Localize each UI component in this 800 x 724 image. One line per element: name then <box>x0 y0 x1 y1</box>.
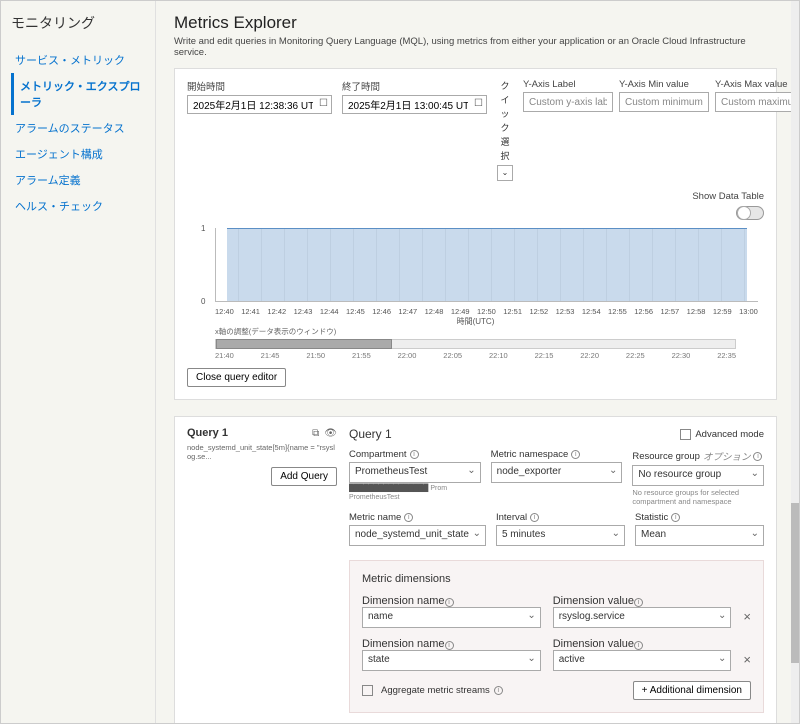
info-icon[interactable]: i <box>634 641 643 650</box>
sidebar-item-health-check[interactable]: ヘルス・チェック <box>11 193 147 219</box>
info-icon[interactable]: i <box>410 450 419 459</box>
eye-icon[interactable]: 👁 <box>324 428 337 439</box>
query-name: Query 1 <box>349 427 680 441</box>
statistic-select[interactable]: Mean <box>635 525 764 546</box>
chart-ytick-1: 1 <box>201 224 205 233</box>
info-icon[interactable]: i <box>671 513 680 522</box>
compartment-crumb: ████████████████ Prom <box>349 485 481 492</box>
start-time-input[interactable] <box>187 95 332 114</box>
add-query-button[interactable]: Add Query <box>271 467 337 486</box>
delete-dimension-icon[interactable]: × <box>743 652 751 671</box>
compartment-select[interactable]: PrometheusTest <box>349 462 481 483</box>
dimensions-header: Metric dimensions <box>362 573 751 585</box>
sidebar-item-service-metrics[interactable]: サービス・メトリック <box>11 47 147 73</box>
scrollbar-thumb[interactable] <box>791 503 799 663</box>
end-time-label: 終了時間 <box>342 79 487 93</box>
delete-dimension-icon[interactable]: × <box>743 609 751 628</box>
compartment-label: Compartmenti <box>349 449 481 460</box>
scrub-thumb[interactable] <box>216 339 392 349</box>
yaxis-label-input[interactable] <box>523 92 613 112</box>
metric-name-label: Metric namei <box>349 512 486 523</box>
dimension-name-label: Dimension namei <box>362 638 541 650</box>
chart-ytick-0: 0 <box>201 297 205 306</box>
main-content: Metrics Explorer Write and edit queries … <box>156 1 791 723</box>
calendar-icon[interactable]: ☐ <box>319 98 328 109</box>
yaxis-label-label: Y-Axis Label <box>523 79 613 90</box>
chart-plot-area[interactable] <box>215 228 758 302</box>
aggregate-checkbox[interactable] <box>362 685 373 696</box>
interval-select[interactable]: 5 minutes <box>496 525 625 546</box>
info-icon[interactable]: i <box>530 513 539 522</box>
calendar-icon[interactable]: ☐ <box>474 98 483 109</box>
query-editor-panel: Query 1 ⧉ 👁 node_systemd_unit_state[5m]{… <box>174 416 777 723</box>
advanced-mode-label: Advanced mode <box>695 429 764 440</box>
sidebar-title: モニタリング <box>11 13 147 33</box>
dimension-row: Dimension namei state Dimension valuei a… <box>362 638 751 671</box>
interval-label: Intervali <box>496 512 625 523</box>
sidebar: モニタリング サービス・メトリック メトリック・エクスプローラ アラームのステー… <box>1 1 156 723</box>
metric-dimensions-box: Metric dimensions Dimension namei name D… <box>349 560 764 713</box>
yaxis-min-input[interactable] <box>619 92 709 112</box>
close-query-editor-button[interactable]: Close query editor <box>187 368 286 387</box>
query-list-item-name[interactable]: Query 1 <box>187 427 307 439</box>
metrics-chart: 1 0 12:40 12:41 12:42 12:43 12:44 12:45 … <box>187 224 764 324</box>
page-subtitle: Write and edit queries in Monitoring Que… <box>174 36 777 58</box>
sidebar-item-alarm-status[interactable]: アラームのステータス <box>11 115 147 141</box>
yaxis-max-label: Y-Axis Max value <box>715 79 791 90</box>
info-icon[interactable]: i <box>445 598 454 607</box>
query-mql-preview: node_systemd_unit_state[5m]{name = "rsys… <box>187 443 337 461</box>
quick-select: クイック選択 ⌄ <box>497 79 513 181</box>
chart-panel: 開始時間 ☐ 終了時間 ☐ クイック選択 ⌄ <box>174 68 777 400</box>
dimension-value-select[interactable]: rsyslog.service <box>553 607 732 628</box>
resource-group-select[interactable]: No resource group <box>632 465 764 486</box>
chart-series-fill <box>227 228 747 301</box>
sidebar-item-agent-config[interactable]: エージェント構成 <box>11 141 147 167</box>
info-icon[interactable]: i <box>753 452 762 461</box>
resource-group-label: Resource group オプションi <box>632 449 764 463</box>
show-table-toggle[interactable] <box>736 206 764 220</box>
show-table-label: Show Data Table <box>692 191 764 202</box>
info-icon[interactable]: i <box>634 598 643 607</box>
dimension-value-label: Dimension valuei <box>553 595 732 607</box>
chart-xaxis: 12:40 12:41 12:42 12:43 12:44 12:45 12:4… <box>215 307 758 316</box>
scrub-label: x軸の調整(データ表示のウィンドウ) <box>215 326 764 337</box>
namespace-select[interactable]: node_exporter <box>491 462 623 483</box>
end-time-input[interactable] <box>342 95 487 114</box>
dimension-name-select[interactable]: name <box>362 607 541 628</box>
sidebar-item-metrics-explorer[interactable]: メトリック・エクスプローラ <box>11 73 147 115</box>
yaxis-min-label: Y-Axis Min value <box>619 79 709 90</box>
copy-icon[interactable]: ⧉ <box>312 428 319 439</box>
dimension-value-select[interactable]: active <box>553 650 732 671</box>
chart-xlabel: 時間(UTC) <box>187 316 764 327</box>
info-icon[interactable]: i <box>494 686 503 695</box>
sidebar-item-alarm-definitions[interactable]: アラーム定義 <box>11 167 147 193</box>
query-list: Query 1 ⧉ 👁 node_systemd_unit_state[5m]{… <box>187 427 337 723</box>
scrub-ticks: 21:40 21:45 21:50 21:55 22:00 22:05 22:1… <box>215 351 736 360</box>
query-form: Query 1 Advanced mode Compartmenti Prome… <box>349 427 764 723</box>
info-icon[interactable]: i <box>445 641 454 650</box>
info-icon[interactable]: i <box>404 513 413 522</box>
page-title: Metrics Explorer <box>174 13 777 33</box>
info-icon[interactable]: i <box>571 450 580 459</box>
scrub-bar[interactable] <box>215 339 736 349</box>
dimension-value-label: Dimension valuei <box>553 638 732 650</box>
yaxis-max-input[interactable] <box>715 92 791 112</box>
additional-dimension-button[interactable]: + Additional dimension <box>633 681 751 700</box>
dimension-name-select[interactable]: state <box>362 650 541 671</box>
aggregate-label: Aggregate metric streams <box>381 685 490 696</box>
quick-select-dropdown[interactable]: ⌄ <box>497 165 513 181</box>
dimension-row: Dimension namei name Dimension valuei rs… <box>362 595 751 628</box>
advanced-mode-checkbox[interactable] <box>680 429 691 440</box>
vertical-scrollbar[interactable] <box>791 1 799 723</box>
metric-name-select[interactable]: node_systemd_unit_state <box>349 525 486 546</box>
start-time-label: 開始時間 <box>187 79 332 93</box>
statistic-label: Statistici <box>635 512 764 523</box>
dimension-name-label: Dimension namei <box>362 595 541 607</box>
resource-group-note: No resource groups for selected compartm… <box>632 488 764 506</box>
namespace-label: Metric namespacei <box>491 449 623 460</box>
